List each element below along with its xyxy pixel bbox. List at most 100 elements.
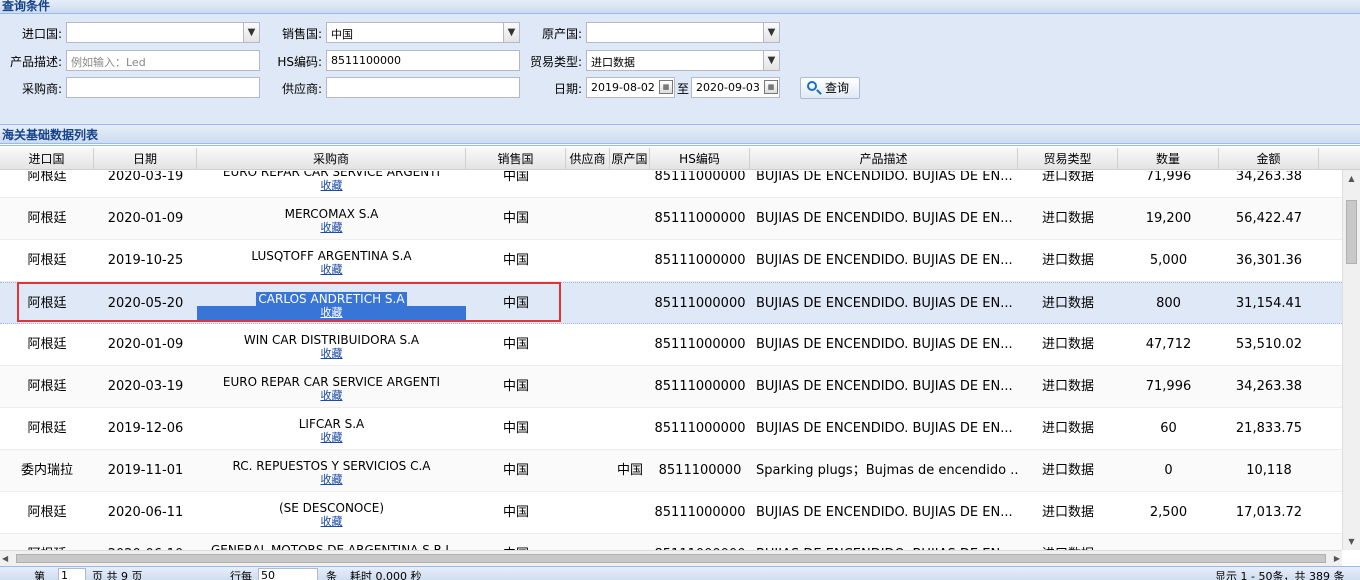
- horizontal-scroll-thumb[interactable]: [16, 554, 1326, 563]
- calendar-icon[interactable]: ▦: [764, 80, 778, 94]
- cell-trade-type: 进口数据: [1041, 505, 1094, 520]
- table-row[interactable]: 阿根廷 2020-03-19 EURO REPAR CAR SERVICE ARGE…: [0, 171, 1342, 198]
- cell-quantity: 2,500: [1149, 505, 1188, 520]
- column-header-sales-country[interactable]: 销售国: [466, 148, 566, 170]
- favorite-link[interactable]: 收藏: [197, 431, 466, 445]
- cell-import-country: 委内瑞拉: [20, 463, 73, 478]
- hs-code-label: HS编码:: [277, 55, 322, 69]
- favorite-link[interactable]: 收藏: [197, 179, 466, 193]
- cell-sales-country: 中国: [502, 337, 529, 352]
- cell-hs-code: 85111000000: [654, 379, 746, 394]
- cell-hs-code: 85111000000: [654, 296, 746, 311]
- vertical-scroll-thumb[interactable]: [1346, 200, 1357, 264]
- cell-date: 2020-06-11: [107, 505, 184, 520]
- cell-supplier: [566, 450, 610, 492]
- scroll-left-icon[interactable]: ◀: [2, 551, 8, 567]
- import-country-label: 进口国:: [21, 27, 62, 41]
- date-to-input[interactable]: 2020-09-03 ▦: [691, 77, 780, 98]
- cell-sales-country: 中国: [502, 211, 529, 226]
- column-header-date[interactable]: 日期: [94, 148, 197, 170]
- vertical-scrollbar[interactable]: ▲ ▼: [1342, 170, 1360, 550]
- cell-origin-country: [610, 324, 650, 366]
- cell-product-desc: BUJIAS DE ENCENDIDO. BUJIAS DE EN...: [756, 421, 1013, 436]
- horizontal-scrollbar[interactable]: ◀ ▶: [0, 550, 1342, 566]
- cell-import-country: 阿根廷: [27, 505, 67, 520]
- favorite-link[interactable]: 收藏: [197, 221, 466, 235]
- trade-type-label: 贸易类型:: [529, 55, 582, 69]
- page-number-input[interactable]: 1: [58, 568, 86, 580]
- date-separator: 至: [677, 82, 690, 96]
- date-label: 日期:: [553, 82, 582, 96]
- column-header-hs-code[interactable]: HS编码: [650, 148, 750, 170]
- column-header-quantity[interactable]: 数量: [1118, 148, 1219, 170]
- cell-product-desc: BUJIAS DE ENCENDIDO. BUJIAS DE EN...: [756, 253, 1013, 268]
- column-header-product-desc[interactable]: 产品描述: [750, 148, 1018, 170]
- table-row[interactable]: 阿根廷 2020-01-09 MERCOMAX S.A 收藏 中国 85111000000…: [0, 198, 1342, 240]
- table-row[interactable]: 阿根廷 2020-01-09 WIN CAR DISTRIBUIDORA S.A 收藏…: [0, 324, 1342, 366]
- column-header-amount[interactable]: 金额: [1219, 148, 1319, 170]
- favorite-link[interactable]: 收藏: [197, 263, 466, 277]
- chevron-down-icon[interactable]: ▼: [763, 23, 779, 42]
- search-button[interactable]: 查询: [800, 77, 860, 99]
- origin-country-select[interactable]: ▼: [586, 22, 780, 43]
- paging-toolbar: 第 1 页 共 9 页 行每 50 条 耗时 0.000 秒 显示 1 - 50…: [0, 566, 1360, 580]
- cell-quantity: 47,712: [1145, 337, 1192, 352]
- import-country-select[interactable]: ▼: [66, 22, 260, 43]
- cell-hs-code: 85111000000: [650, 534, 750, 551]
- date-from-input[interactable]: 2019-08-02 ▦: [586, 77, 675, 98]
- chevron-down-icon[interactable]: ▼: [243, 23, 259, 42]
- product-desc-input[interactable]: 例如输入：Led: [66, 50, 260, 71]
- table-row[interactable]: 委内瑞拉 2019-11-01 RC. REPUESTOS Y SERVICIOS …: [0, 450, 1342, 492]
- origin-country-label: 原产国:: [541, 27, 582, 41]
- cell-amount: 10,118: [1246, 463, 1292, 478]
- cell-origin-country: [610, 198, 650, 240]
- buyer-input[interactable]: [66, 77, 260, 98]
- scroll-down-icon[interactable]: ▼: [1343, 533, 1360, 550]
- calendar-icon[interactable]: ▦: [659, 80, 673, 94]
- scroll-up-icon[interactable]: ▲: [1343, 170, 1360, 187]
- cell-import-country: 阿根廷: [27, 421, 67, 436]
- cell-import-country: 阿根廷: [27, 253, 67, 268]
- favorite-link[interactable]: 收藏: [197, 473, 466, 487]
- table-row[interactable]: 阿根廷 2019-10-25 LUSQTOFF ARGENTINA S.A 收藏 中国 8…: [0, 240, 1342, 282]
- cell-amount: 34,263.38: [1235, 379, 1303, 394]
- cell-amount: [1219, 534, 1319, 551]
- column-header-origin-country[interactable]: 原产国: [610, 148, 650, 170]
- cell-date: 2020-01-09: [107, 337, 184, 352]
- cell-sales-country: 中国: [502, 253, 529, 268]
- cell-product-desc: BUJIAS DE ENCENDIDO. BUJIAS DE EN...: [756, 211, 1013, 226]
- cell-quantity: 800: [1156, 296, 1181, 311]
- column-header-import-country[interactable]: 进口国: [0, 148, 94, 170]
- column-header-trade-type[interactable]: 贸易类型: [1018, 148, 1118, 170]
- table-row[interactable]: 阿根廷 2019-12-06 LIFCAR S.A 收藏 中国 85111000000 BU…: [0, 408, 1342, 450]
- cell-hs-code: 85111000000: [654, 171, 746, 184]
- table-row[interactable]: 阿根廷 2020-06-11 (SE DESCONOCE) 收藏 中国 851110000…: [0, 492, 1342, 534]
- cell-hs-code: 85111000000: [654, 505, 746, 520]
- cell-date: 2019-10-25: [107, 253, 184, 268]
- column-header-supplier[interactable]: 供应商: [566, 148, 610, 170]
- favorite-link[interactable]: 收藏: [197, 515, 466, 529]
- supplier-input[interactable]: [326, 77, 520, 98]
- cell-product-desc: BUJIAS DE ENCENDIDO. BUJIAS DE EN...: [756, 171, 1013, 184]
- cell-trade-type: 进口数据: [1041, 253, 1094, 268]
- cell-import-country: 阿根廷: [27, 211, 67, 226]
- hs-code-input[interactable]: 8511100000: [326, 50, 520, 71]
- table-row[interactable]: 阿根廷 2020-03-19 EURO REPAR CAR SERVICE ARGE…: [0, 366, 1342, 408]
- cell-amount: 17,013.72: [1235, 505, 1303, 520]
- scroll-right-icon[interactable]: ▶: [1334, 551, 1340, 567]
- chevron-down-icon[interactable]: ▼: [503, 23, 519, 42]
- sales-country-select[interactable]: 中国 ▼: [326, 22, 520, 43]
- trade-type-select[interactable]: 进口数据 ▼: [586, 50, 780, 71]
- per-page-select[interactable]: 50: [258, 568, 318, 580]
- cell-buyer: LUSQTOFF ARGENTINA S.A 收藏: [197, 240, 466, 282]
- buyer-name: LIFCAR S.A: [298, 417, 365, 431]
- table-row[interactable]: 阿根廷2020-06-10GENERAL MOTORS DE ARGENTINA…: [0, 534, 1342, 551]
- chevron-down-icon[interactable]: ▼: [763, 51, 779, 70]
- favorite-link[interactable]: 收藏: [197, 347, 466, 361]
- cell-origin-country: [610, 240, 650, 282]
- cell-buyer: RC. REPUESTOS Y SERVICIOS C.A 收藏: [197, 450, 466, 492]
- favorite-link[interactable]: 收藏: [197, 389, 466, 403]
- cell-import-country: 阿根廷: [27, 171, 67, 184]
- cell-hs-code: 85111000000: [654, 253, 746, 268]
- column-header-buyer[interactable]: 采购商: [197, 148, 466, 170]
